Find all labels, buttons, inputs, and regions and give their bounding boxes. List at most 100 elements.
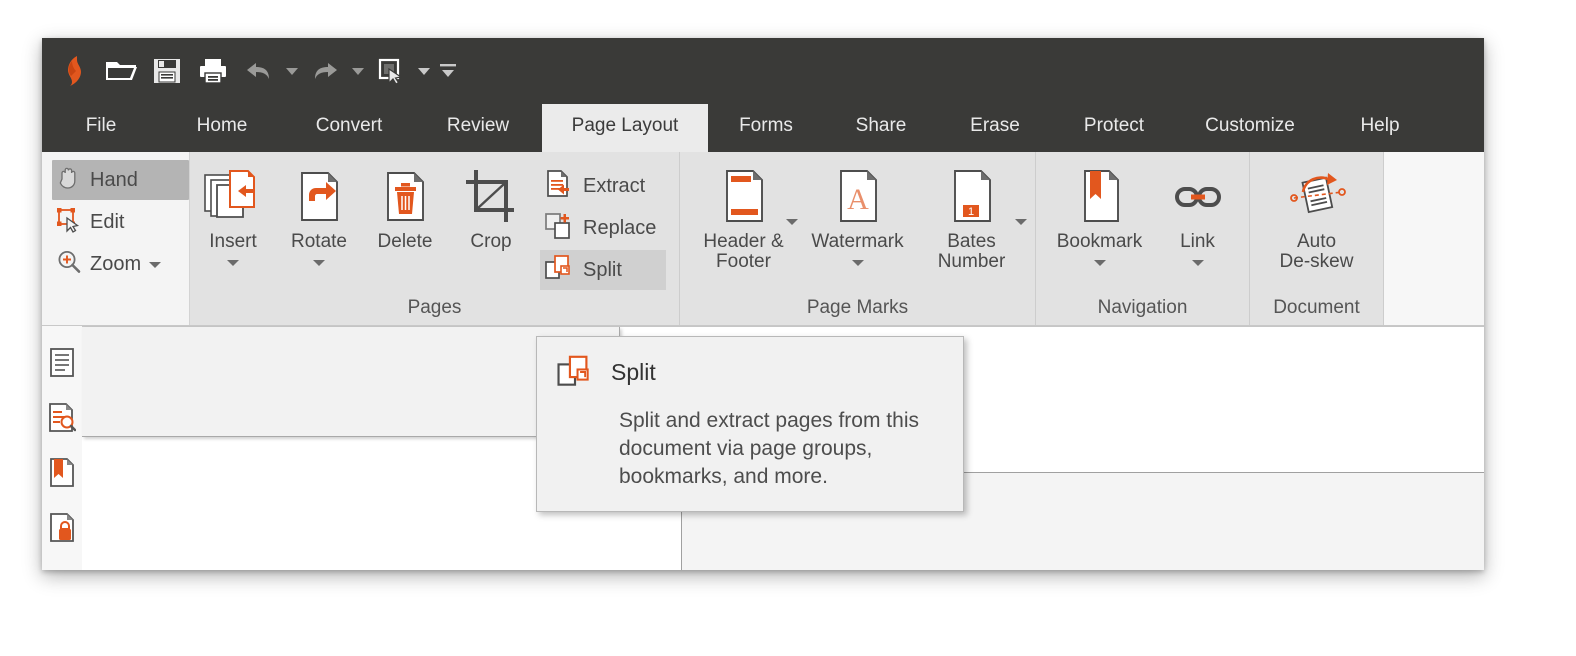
watermark-dropdown-caret-icon[interactable] (852, 253, 864, 271)
redo-dropdown-caret-icon[interactable] (348, 45, 368, 97)
button-link[interactable]: Link (1155, 158, 1241, 271)
ribbon-group-pages: Insert Rotate (190, 152, 680, 325)
svg-text:A: A (847, 183, 869, 216)
tool-hand[interactable]: Hand (52, 160, 189, 200)
button-delete-pages-label: Delete (378, 232, 433, 252)
print-icon[interactable] (190, 45, 236, 97)
tab-review[interactable]: Review (414, 104, 542, 152)
ribbon: Hand Edit (42, 152, 1484, 326)
zoom-in-icon (56, 249, 82, 280)
button-bates-number[interactable]: 1 Bates Number (916, 158, 1028, 272)
header-footer-icon (717, 164, 771, 230)
tab-home[interactable]: Home (160, 104, 284, 152)
tab-share[interactable]: Share (824, 104, 938, 152)
button-insert-pages[interactable]: Insert (190, 158, 276, 271)
button-header-footer[interactable]: Header & Footer (688, 158, 800, 272)
button-header-footer-label: Header & Footer (703, 232, 783, 272)
watermark-icon: A (831, 164, 885, 230)
page-thumbnails-icon[interactable] (49, 348, 75, 383)
quick-access-toolbar (42, 38, 1484, 104)
ribbon-group-page-marks: Header & Footer A Watermark (680, 152, 1036, 325)
button-delete-pages[interactable]: Delete (362, 158, 448, 252)
ribbon-group-pages-title: Pages (190, 297, 679, 325)
pages-small-buttons: Extract Replace (534, 158, 672, 290)
open-icon[interactable] (98, 45, 144, 97)
replace-pages-icon (544, 211, 574, 246)
select-dropdown-caret-icon[interactable] (414, 45, 434, 97)
bookmark-dropdown-caret-icon[interactable] (1094, 253, 1106, 271)
tool-edit[interactable]: Edit (52, 202, 189, 242)
button-bookmark[interactable]: Bookmark (1045, 158, 1155, 271)
button-auto-deskew[interactable]: Auto De-skew (1257, 158, 1377, 272)
tab-file[interactable]: File (42, 104, 160, 152)
nitro-pro-window: File Home Convert Review Page Layout For… (42, 38, 1484, 570)
review-comments-icon[interactable] (48, 403, 76, 438)
button-rotate-pages[interactable]: Rotate (276, 158, 362, 271)
button-extract-pages-label: Extract (583, 175, 645, 198)
bates-number-icon: 1 (945, 164, 999, 230)
tab-erase[interactable]: Erase (938, 104, 1052, 152)
tool-zoom[interactable]: Zoom (52, 244, 189, 284)
ribbon-tab-strip: File Home Convert Review Page Layout For… (42, 104, 1484, 152)
undo-icon[interactable] (236, 45, 282, 97)
ribbon-tools-panel: Hand Edit (42, 152, 190, 325)
extract-pages-icon (544, 169, 574, 204)
tab-customize[interactable]: Customize (1176, 104, 1324, 152)
tab-protect[interactable]: Protect (1052, 104, 1176, 152)
tab-forms[interactable]: Forms (708, 104, 824, 152)
button-watermark-label: Watermark (811, 232, 903, 252)
tab-page-layout[interactable]: Page Layout (542, 104, 708, 152)
delete-pages-icon (376, 164, 434, 230)
insert-dropdown-caret-icon[interactable] (227, 253, 239, 271)
customize-quick-access-icon[interactable] (434, 45, 462, 97)
ribbon-filler (1384, 152, 1484, 325)
ribbon-group-navigation-title: Navigation (1036, 297, 1249, 325)
button-split-pages[interactable]: Split (540, 250, 666, 290)
button-rotate-pages-label: Rotate (291, 232, 347, 252)
crop-icon (462, 164, 520, 230)
select-tool-icon[interactable] (368, 45, 414, 97)
button-insert-pages-label: Insert (209, 232, 257, 252)
button-crop-label: Crop (470, 232, 511, 252)
save-icon[interactable] (144, 45, 190, 97)
link-icon (1171, 164, 1225, 230)
ribbon-group-document: Auto De-skew Document (1250, 152, 1384, 325)
split-tooltip-header: Split (553, 353, 943, 391)
button-watermark[interactable]: A Watermark (800, 158, 916, 271)
button-replace-pages[interactable]: Replace (540, 208, 666, 248)
ribbon-group-page-marks-title: Page Marks (680, 297, 1035, 325)
button-replace-pages-label: Replace (583, 217, 656, 240)
split-tooltip-description: Split and extract pages from this docume… (619, 407, 959, 491)
left-nav-icons (42, 326, 82, 570)
link-dropdown-caret-icon[interactable] (1192, 253, 1204, 271)
split-pages-icon (544, 253, 574, 288)
security-panel-icon[interactable] (49, 513, 75, 548)
split-pages-icon (553, 353, 597, 391)
rotate-dropdown-caret-icon[interactable] (313, 253, 325, 271)
button-link-label: Link (1180, 232, 1215, 252)
tool-zoom-label: Zoom (90, 253, 141, 276)
button-split-pages-label: Split (583, 259, 622, 282)
bookmarks-panel-icon[interactable] (49, 458, 75, 493)
button-crop[interactable]: Crop (448, 158, 534, 252)
rotate-pages-icon (290, 164, 348, 230)
button-bates-number-label: Bates Number (938, 232, 1006, 272)
split-tooltip-title: Split (611, 359, 656, 386)
edit-select-icon (56, 207, 82, 238)
header-footer-dropdown-caret-icon[interactable] (786, 212, 798, 230)
button-bookmark-label: Bookmark (1057, 232, 1143, 252)
zoom-dropdown-caret-icon[interactable] (149, 255, 161, 273)
auto-deskew-icon (1286, 164, 1348, 230)
button-auto-deskew-label: Auto De-skew (1280, 232, 1354, 272)
ribbon-group-navigation: Bookmark Link (1036, 152, 1250, 325)
bates-number-dropdown-caret-icon[interactable] (1015, 212, 1027, 230)
tab-help[interactable]: Help (1324, 104, 1436, 152)
tab-convert[interactable]: Convert (284, 104, 414, 152)
undo-dropdown-caret-icon[interactable] (282, 45, 302, 97)
screenshot-root: File Home Convert Review Page Layout For… (0, 0, 1576, 656)
button-extract-pages[interactable]: Extract (540, 166, 666, 206)
redo-icon[interactable] (302, 45, 348, 97)
insert-pages-icon (202, 164, 264, 230)
tool-hand-label: Hand (90, 169, 138, 192)
tool-edit-label: Edit (90, 211, 124, 234)
